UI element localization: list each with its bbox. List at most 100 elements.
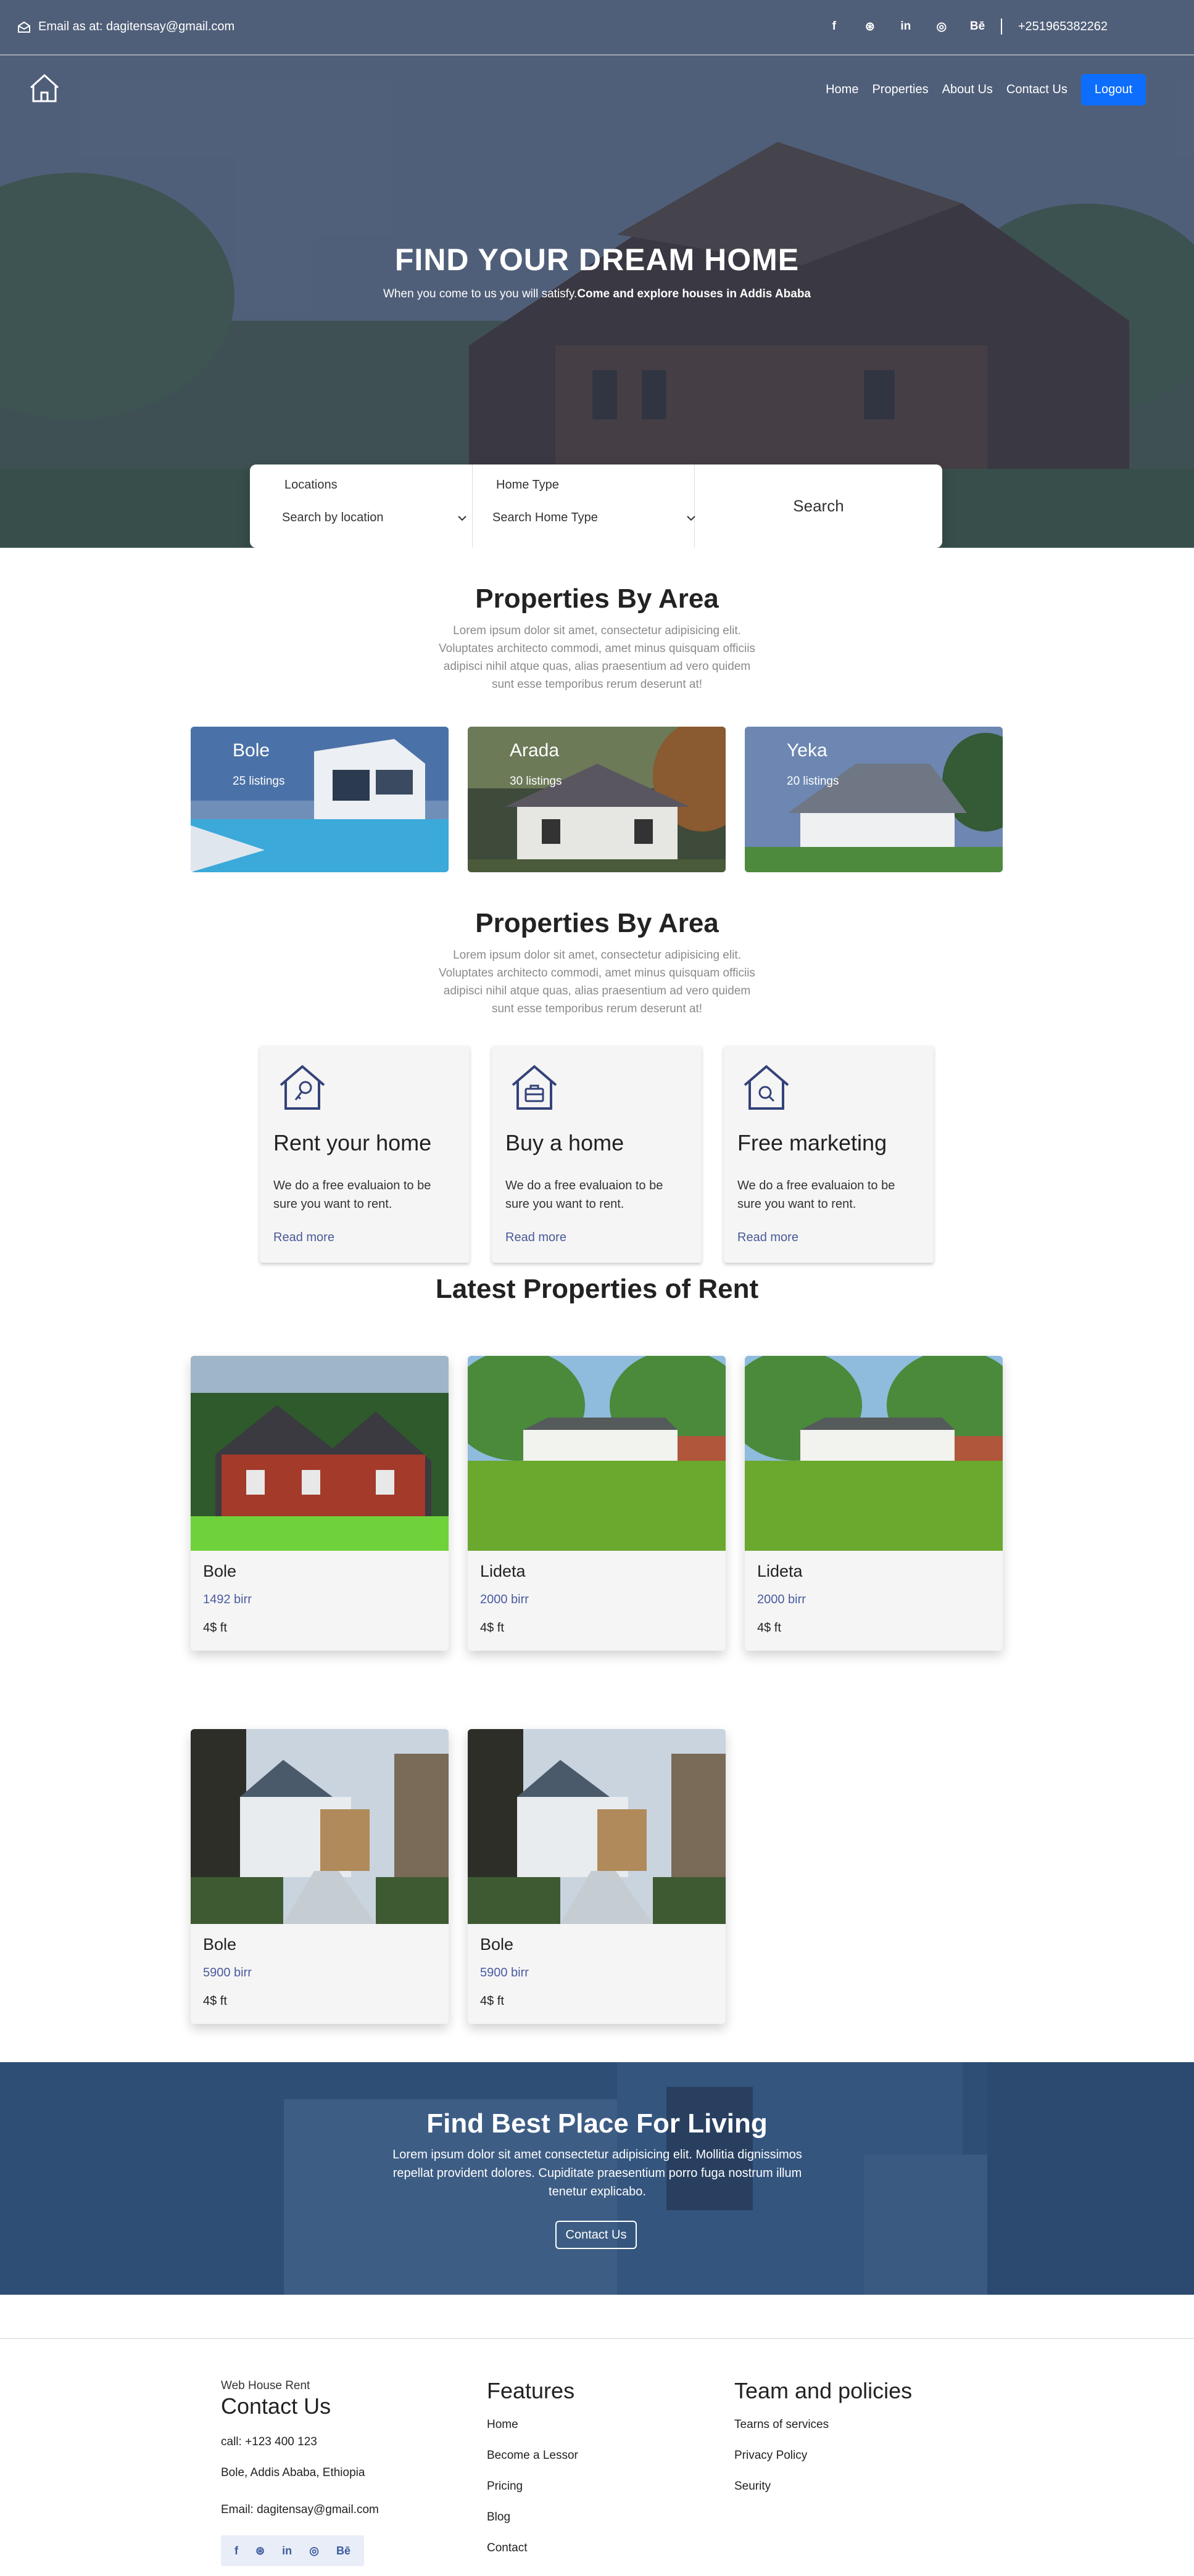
dribbble-icon[interactable]: ⊛ — [863, 20, 877, 34]
service-title: Buy a home — [505, 1130, 624, 1155]
hero-subtitle: When you come to us you will satisfy.Com… — [383, 286, 811, 303]
area-count: 25 listings — [233, 775, 285, 788]
cta-section: Find Best Place For Living Lorem ipsum d… — [0, 2062, 1194, 2295]
instagram-icon[interactable]: ◎ — [309, 2545, 319, 2557]
service-card-marketing: Free marketing We do a free evaluaion to… — [724, 1046, 934, 1263]
home-logo-icon[interactable] — [27, 73, 62, 105]
property-image — [745, 1356, 1003, 1551]
footer-link-terms[interactable]: Tearns of services — [734, 2418, 829, 2432]
chevron-down-icon — [687, 515, 695, 521]
property-price: 5900 birr — [203, 1966, 252, 1979]
property-area: 4$ ft — [757, 1621, 781, 1635]
facebook-icon[interactable]: f — [827, 20, 842, 33]
footer-link-blog[interactable]: Blog — [487, 2511, 510, 2524]
property-price: 5900 birr — [480, 1966, 529, 1979]
topbar-social: f ⊛ in ◎ Bē +251965382262 — [827, 19, 1108, 35]
services-section-description: Lorem ipsum dolor sit amet, consectetur … — [439, 949, 755, 1015]
service-title: Free marketing — [737, 1130, 887, 1155]
nav-properties[interactable]: Properties — [872, 83, 928, 97]
property-card[interactable]: Bole 1492 birr 4$ ft — [191, 1356, 449, 1651]
footer-features-title: Features — [487, 2378, 575, 2403]
nav-about-us[interactable]: About Us — [942, 83, 993, 97]
area-name: Yeka — [787, 740, 827, 761]
read-more-link[interactable]: Read more — [737, 1231, 798, 1245]
nav-home[interactable]: Home — [826, 83, 858, 97]
chevron-down-icon — [458, 515, 466, 521]
area-image-yeka — [745, 727, 1003, 872]
service-card-rent: Rent your home We do a free evaluaion to… — [260, 1046, 470, 1263]
property-price: 2000 birr — [757, 1593, 806, 1606]
footer-link-security[interactable]: Seurity — [734, 2480, 771, 2493]
footer-contact-title: Contact Us — [221, 2393, 331, 2419]
house-search-icon — [744, 1065, 789, 1110]
topbar: Email as at: dagitensay@gmail.com f ⊛ in… — [0, 0, 1194, 56]
footer-address: Bole, Addis Ababa, Ethiopia — [221, 2466, 365, 2479]
dribbble-icon[interactable]: ⊛ — [255, 2545, 265, 2557]
services-section-title: Properties By Area — [475, 908, 719, 938]
home-type-select[interactable]: Search Home Type — [492, 511, 696, 525]
house-briefcase-icon — [512, 1065, 557, 1110]
house-key-icon — [280, 1065, 325, 1110]
contact-us-button[interactable]: Contact Us — [555, 2221, 637, 2249]
footer-link-pricing[interactable]: Pricing — [487, 2480, 523, 2493]
property-name: Bole — [480, 1935, 514, 1954]
hero-section: Email as at: dagitensay@gmail.com f ⊛ in… — [0, 0, 1194, 548]
property-card[interactable]: Bole 5900 birr 4$ ft — [191, 1729, 449, 2024]
navbar: Home Properties About Us Contact Us Logo… — [0, 68, 1194, 111]
area-count: 20 listings — [787, 775, 839, 788]
instagram-icon[interactable]: ◎ — [934, 20, 949, 34]
area-card-arada[interactable]: Arada 30 listings — [468, 727, 726, 872]
property-price: 1492 birr — [203, 1593, 252, 1606]
property-image — [191, 1729, 449, 1924]
property-image — [191, 1356, 449, 1551]
hero-subtitle-plain: When you come to us you will satisfy. — [383, 287, 578, 300]
behance-icon[interactable]: Bē — [336, 2545, 350, 2557]
property-card[interactable]: Lideta 2000 birr 4$ ft — [468, 1356, 726, 1651]
footer-link-privacy[interactable]: Privacy Policy — [734, 2449, 807, 2462]
linkedin-icon[interactable]: in — [898, 20, 913, 33]
linkedin-icon[interactable]: in — [282, 2545, 292, 2557]
property-card[interactable]: Bole 5900 birr 4$ ft — [468, 1729, 726, 2024]
property-image — [468, 1729, 726, 1924]
area-image-bole — [191, 727, 449, 872]
location-select[interactable]: Search by location — [282, 511, 467, 525]
topbar-phone[interactable]: +251965382262 — [1018, 20, 1108, 34]
footer-link-home[interactable]: Home — [487, 2418, 518, 2432]
home-type-filter: Home Type Search Home Type — [472, 464, 696, 548]
search-button[interactable]: Search — [694, 464, 942, 548]
property-name: Bole — [203, 1562, 237, 1580]
property-price: 2000 birr — [480, 1593, 529, 1606]
footer-divider — [0, 2338, 1194, 2339]
service-title: Rent your home — [273, 1130, 432, 1155]
home-type-label: Home Type — [496, 478, 559, 492]
footer-team-title: Team and policies — [734, 2378, 913, 2403]
areas-section-description: Lorem ipsum dolor sit amet, consectetur … — [439, 624, 755, 691]
nav-contact-us[interactable]: Contact Us — [1006, 83, 1068, 97]
facebook-icon[interactable]: f — [234, 2545, 238, 2557]
footer-link-become-lessor[interactable]: Become a Lessor — [487, 2449, 578, 2462]
read-more-link[interactable]: Read more — [505, 1231, 566, 1245]
property-name: Bole — [203, 1935, 237, 1954]
property-area: 4$ ft — [203, 1621, 227, 1635]
property-area: 4$ ft — [203, 1994, 227, 2008]
area-count: 30 listings — [510, 775, 562, 788]
logout-button[interactable]: Logout — [1080, 74, 1146, 105]
footer-email: Email: dagitensay@gmail.com — [221, 2503, 379, 2516]
service-text: We do a free evaluaion to be sure you wa… — [737, 1179, 895, 1211]
topbar-email[interactable]: Email as at: dagitensay@gmail.com — [17, 20, 234, 34]
hero-subtitle-bold: Come and explore houses in Addis Ababa — [577, 287, 811, 300]
latest-section-title: Latest Properties of Rent — [435, 1274, 759, 1304]
area-name: Bole — [233, 740, 270, 761]
property-area: 4$ ft — [480, 1994, 504, 2008]
property-card[interactable]: Lideta 2000 birr 4$ ft — [745, 1356, 1003, 1651]
area-card-yeka[interactable]: Yeka 20 listings — [745, 727, 1003, 872]
behance-icon[interactable]: Bē — [970, 20, 985, 33]
footer-call: call: +123 400 123 — [221, 2435, 317, 2448]
service-text: We do a free evaluaion to be sure you wa… — [505, 1179, 663, 1211]
topbar-divider — [1000, 19, 1002, 35]
service-text: We do a free evaluaion to be sure you wa… — [273, 1179, 431, 1211]
footer-link-contact[interactable]: Contact — [487, 2541, 527, 2555]
area-card-bole[interactable]: Bole 25 listings — [191, 727, 449, 872]
read-more-link[interactable]: Read more — [273, 1231, 334, 1245]
service-card-buy: Buy a home We do a free evaluaion to be … — [492, 1046, 702, 1263]
